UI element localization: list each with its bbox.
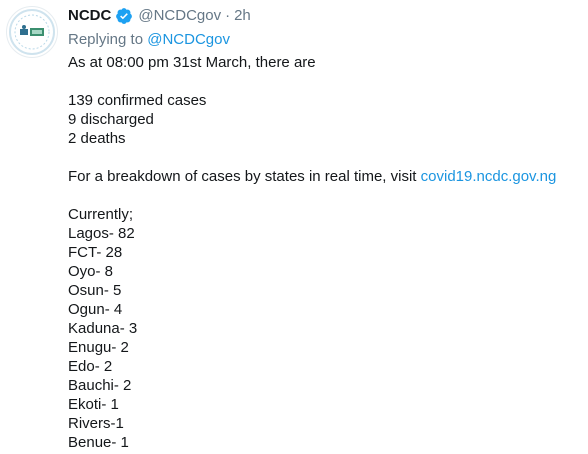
- breakdown-text: For a breakdown of cases by states in re…: [68, 168, 417, 185]
- state-line: Enugu- 2: [68, 339, 129, 356]
- ncdc-logo-icon: [9, 9, 55, 55]
- tweet-header: NCDC @NCDCgov · 2h: [68, 6, 580, 26]
- state-line: FCT- 28: [68, 244, 123, 261]
- state-line: Osun- 5: [68, 282, 122, 299]
- replying-handle-link[interactable]: @NCDCgov: [147, 31, 230, 48]
- stat-discharged: 9 discharged: [68, 111, 154, 128]
- stat-confirmed: 139 confirmed cases: [68, 92, 207, 109]
- stat-deaths: 2 deaths: [68, 130, 126, 147]
- author-name[interactable]: NCDC: [68, 6, 111, 26]
- state-line: Kaduna- 3: [68, 320, 138, 337]
- breakdown-line: For a breakdown of cases by states in re…: [68, 167, 580, 186]
- state-line: Oyo- 8: [68, 263, 114, 280]
- currently-label: Currently;: [68, 206, 134, 223]
- header-separator: ·: [225, 7, 231, 24]
- replying-to: Replying to @NCDCgov: [68, 30, 580, 50]
- tweet-content: NCDC @NCDCgov · 2h Replying to @NCDCgov …: [68, 6, 580, 452]
- verified-badge-icon: [115, 7, 133, 25]
- state-line: Benue- 1: [68, 434, 129, 451]
- tweet-timestamp[interactable]: 2h: [234, 6, 251, 26]
- state-line: Lagos- 82: [68, 225, 135, 242]
- state-line: Rivers-1: [68, 415, 124, 432]
- state-line: Ogun- 4: [68, 301, 123, 318]
- author-handle[interactable]: @NCDCgov: [138, 6, 221, 26]
- tweet-intro: As at 08:00 pm 31st March, there are: [68, 54, 316, 71]
- ncdc-avatar[interactable]: [6, 6, 58, 58]
- breakdown-link[interactable]: covid19.ncdc.gov.ng: [421, 168, 557, 185]
- replying-prefix: Replying to: [68, 31, 144, 48]
- tweet-body: As at 08:00 pm 31st March, there are 139…: [68, 53, 580, 452]
- state-line: Ekoti- 1: [68, 396, 119, 413]
- state-line: Bauchi- 2: [68, 377, 132, 394]
- tweet[interactable]: NCDC @NCDCgov · 2h Replying to @NCDCgov …: [0, 0, 588, 454]
- state-line: Edo- 2: [68, 358, 113, 375]
